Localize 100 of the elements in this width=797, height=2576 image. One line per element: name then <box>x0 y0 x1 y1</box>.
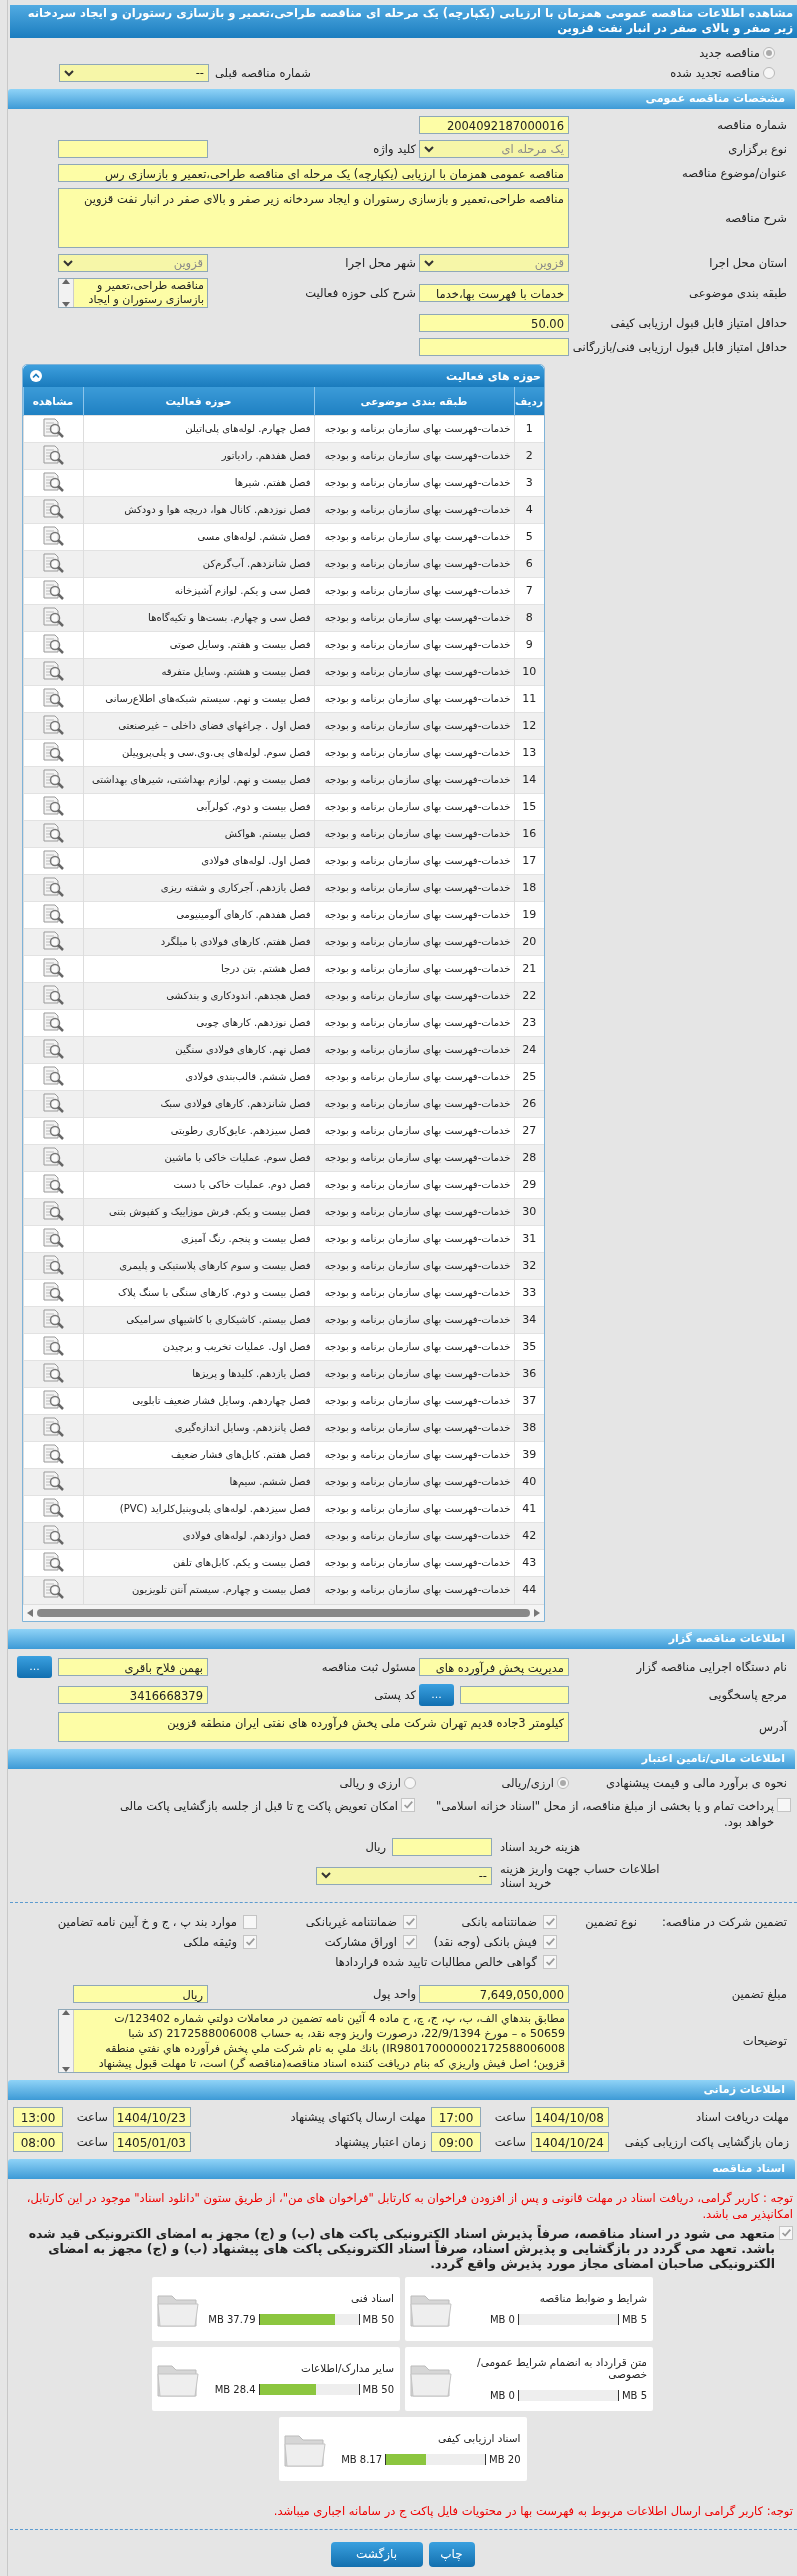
checkbox[interactable] <box>543 1954 557 1969</box>
document-search-icon[interactable] <box>41 1118 65 1141</box>
document-search-icon[interactable] <box>41 497 65 520</box>
document-search-icon[interactable] <box>41 713 65 736</box>
input-field[interactable]: 3416668379 <box>58 1685 208 1704</box>
document-search-icon[interactable] <box>41 1199 65 1222</box>
section-header: اطلاعات مناقصه گزار <box>8 1628 795 1649</box>
scrollbar[interactable] <box>59 279 74 307</box>
document-search-icon[interactable] <box>41 1415 65 1438</box>
input-field[interactable] <box>392 1837 492 1856</box>
checkbox[interactable] <box>779 2225 793 2240</box>
text-area[interactable]: مطابق بندهاي الف، ب، پ، ج، چ، ح ماده 4 آئين نامه تضمين در معاملات دولتي شماره 123402/ت 50659 ه – مورخ 22/9/1394، درصورت واريز وجه نقد، به حساب 2172588006008 (کد شبا IR980170000002172588006008) بانك ملي به نام شركت ملي پخش فرآورده هاي نفتي منطقه قزوين؛ اصل فيش واريزي كه بنام دريافت كننده اسناد مناقصه(مناقصه گر) است، تا مهلت قبول پيشنهاد <box>58 2008 569 2073</box>
input-field[interactable]: 7,649,050,000 <box>419 1984 569 2003</box>
scrollbar[interactable] <box>59 2009 74 2072</box>
document-search-icon[interactable] <box>41 1280 65 1303</box>
document-search-icon[interactable] <box>41 524 65 547</box>
input-field[interactable]: خدمات با فهرست بها،خدما <box>419 284 569 302</box>
collapse-icon[interactable] <box>30 370 42 382</box>
text-area[interactable]: کیلومتر 3جاده قدیم تهران شرکت ملی پخش فرآورده های نفتی ایران منطقه قزوین <box>58 1711 569 1742</box>
document-search-icon[interactable] <box>41 794 65 817</box>
checkbox[interactable] <box>243 1934 257 1949</box>
text-area[interactable]: مناقصه طراحی،تعمیر و بازسازی رستوران و ایجاد سردخانه زیر صفر و بالای صفر در انبار نفت قزوین <box>58 188 569 248</box>
scroll-right-icon[interactable] <box>534 1608 540 1617</box>
input-field[interactable] <box>419 338 569 356</box>
document-search-icon[interactable] <box>41 1253 65 1276</box>
document-search-icon[interactable] <box>41 1523 65 1546</box>
input-field[interactable]: 2004092187000016 <box>419 116 569 134</box>
checkbox[interactable] <box>403 1914 417 1929</box>
radio-button[interactable] <box>557 1776 569 1789</box>
document-search-icon[interactable] <box>41 1091 65 1114</box>
document-search-icon[interactable] <box>41 767 65 790</box>
time-field[interactable]: 08:00 <box>13 2131 63 2152</box>
input-field[interactable]: مناقصه عمومی همزمان با ارزیابی (یکپارچه) یک مرحله ای مناقصه طراحی،تعمیر و بازسازی رس <box>58 164 569 182</box>
document-search-icon[interactable] <box>41 659 65 682</box>
document-search-icon[interactable] <box>41 470 65 493</box>
date-field[interactable]: 1405/01/03 <box>113 2131 191 2152</box>
scroll-left-icon[interactable] <box>27 1608 33 1617</box>
scroll-up-icon[interactable] <box>62 2009 70 2015</box>
document-search-icon[interactable] <box>41 1388 65 1411</box>
checkbox[interactable] <box>543 1934 557 1949</box>
document-search-icon[interactable] <box>41 1577 65 1600</box>
document-search-icon[interactable] <box>41 686 65 709</box>
document-search-icon[interactable] <box>41 1496 65 1519</box>
document-search-icon[interactable] <box>41 1442 65 1465</box>
print-button[interactable]: چاپ <box>428 2541 475 2567</box>
checkbox[interactable] <box>401 1797 415 1812</box>
browse-button[interactable]: ... <box>419 1683 454 1706</box>
document-search-icon[interactable] <box>41 983 65 1006</box>
document-search-icon[interactable] <box>41 902 65 925</box>
checkbox[interactable] <box>403 1934 417 1949</box>
document-search-icon[interactable] <box>41 1172 65 1195</box>
input-field[interactable] <box>460 1685 569 1704</box>
select-field[interactable]: -- <box>59 64 209 82</box>
scroll-up-icon[interactable] <box>62 279 70 284</box>
document-search-icon[interactable] <box>41 443 65 466</box>
checkbox[interactable] <box>243 1914 257 1929</box>
document-search-icon[interactable] <box>41 848 65 871</box>
document-search-icon[interactable] <box>41 740 65 763</box>
select-field[interactable]: -- <box>316 1866 492 1885</box>
scroll-down-icon[interactable] <box>62 302 70 307</box>
document-search-icon[interactable] <box>41 1037 65 1060</box>
document-search-icon[interactable] <box>41 929 65 952</box>
checkbox[interactable] <box>543 1914 557 1929</box>
back-button[interactable]: بازگشت <box>330 2541 423 2567</box>
input-field[interactable]: ریال <box>73 1984 208 2003</box>
document-search-icon[interactable] <box>41 578 65 601</box>
scroll-down-icon[interactable] <box>62 2066 70 2072</box>
checkbox[interactable] <box>777 1797 791 1812</box>
input-field[interactable]: مدیریت پخش فرآورده های <box>419 1657 569 1676</box>
date-field[interactable]: 1404/10/08 <box>531 2106 609 2127</box>
document-search-icon[interactable] <box>41 551 65 574</box>
document-search-icon[interactable] <box>41 1307 65 1330</box>
column-header: حوزه فعالیت <box>83 387 314 416</box>
document-search-icon[interactable] <box>41 416 65 439</box>
document-search-icon[interactable] <box>41 1334 65 1357</box>
document-search-icon[interactable] <box>41 956 65 979</box>
document-search-icon[interactable] <box>41 605 65 628</box>
radio-button[interactable] <box>404 1776 416 1789</box>
input-field[interactable]: 50.00 <box>419 314 569 332</box>
time-field[interactable]: 17:00 <box>431 2106 481 2127</box>
input-field[interactable]: بهمن فلاح باقری <box>58 1657 208 1676</box>
document-search-icon[interactable] <box>41 1469 65 1492</box>
document-search-icon[interactable] <box>41 875 65 898</box>
document-search-icon[interactable] <box>41 1064 65 1087</box>
browse-button[interactable]: ... <box>17 1655 52 1678</box>
document-search-icon[interactable] <box>41 632 65 655</box>
text-area[interactable]: مناقصه طراحی،تعمیر و بازسازی رستوران و ایجاد <box>58 278 208 308</box>
date-field[interactable]: 1404/10/23 <box>113 2106 191 2127</box>
document-search-icon[interactable] <box>41 1226 65 1249</box>
time-field[interactable]: 13:00 <box>13 2106 63 2127</box>
radio-button[interactable] <box>763 67 775 79</box>
document-search-icon[interactable] <box>41 1361 65 1384</box>
radio-button[interactable] <box>763 47 775 59</box>
date-field[interactable]: 1404/10/24 <box>531 2131 609 2152</box>
input-field[interactable] <box>58 140 208 158</box>
document-search-icon[interactable] <box>41 1145 65 1168</box>
time-field[interactable]: 09:00 <box>431 2131 481 2152</box>
document-search-icon[interactable] <box>41 821 65 844</box>
document-search-icon[interactable] <box>41 1550 65 1573</box>
document-search-icon[interactable] <box>41 1010 65 1033</box>
